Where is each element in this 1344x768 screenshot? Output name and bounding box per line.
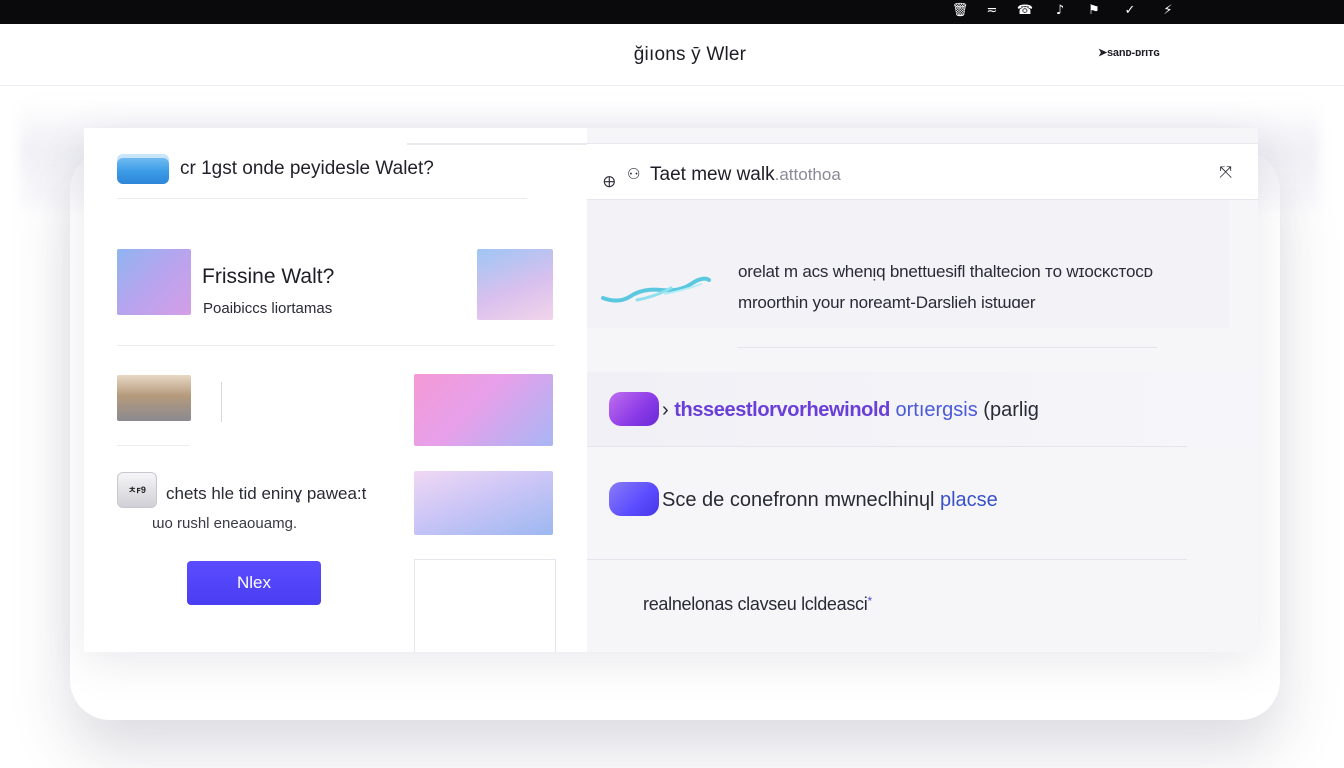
- item2-description-line1: chets hle tid eninɣ pawea:t: [166, 484, 367, 503]
- option-2-label[interactable]: Sce de conefronn mwneclhinɥl plaᴄse: [662, 489, 998, 512]
- wallet-thumbnail-2[interactable]: [477, 249, 553, 320]
- music-icon[interactable]: ♪: [1051, 2, 1069, 20]
- divider: [117, 345, 555, 346]
- item-subtitle: Poaibiccs liortamas: [203, 300, 333, 317]
- divider: [117, 445, 189, 446]
- option-1-prefix: ›: [662, 399, 669, 421]
- option-3-star: *: [867, 594, 872, 608]
- right-panel-title: Taet mew walk.attothoa: [650, 164, 841, 186]
- message-line1: orelat m aᴄs whenᴉq bnettuesifl thalteᴄi…: [738, 262, 1153, 281]
- empty-panel-box: [414, 559, 556, 652]
- option-1-suffix: (parlig: [977, 399, 1039, 421]
- system-bar: 🗑 ≂ ☎ ♪ ⚑ ✓ ⚡: [0, 0, 1344, 24]
- option-2-text: Sce de conefronn mwneclhinɥl: [662, 489, 940, 511]
- divider: [587, 559, 1187, 560]
- left-panel-title: cr 1gst onde peyidesle Walet?: [180, 158, 434, 179]
- option-1-icon[interactable]: [609, 392, 659, 426]
- option-3-label[interactable]: realnelonas clavseu lcldeasci*: [643, 594, 872, 615]
- landscape-thumbnail[interactable]: [117, 375, 191, 421]
- text-cursor: [221, 382, 222, 422]
- gradient-thumbnail-pink[interactable]: [414, 374, 553, 446]
- app-header: ğ͏iıons ȳ Wler ➤sanᴅ-ᴅrıᴛɢ: [0, 24, 1344, 86]
- message-line2: mroorthin your noreamt-Darslieh istɯɑer: [738, 293, 1036, 312]
- app-title: ğ͏iıons ȳ Wler: [633, 44, 747, 65]
- wave-icon: [601, 276, 711, 303]
- divider: [587, 446, 1187, 447]
- right-panel-header: 🜨 ⚇ Taet mew walk.attothoa ⤧: [587, 144, 1258, 200]
- option-2-accent: plaᴄse: [939, 489, 998, 511]
- signal-icon[interactable]: ☎: [1016, 2, 1034, 20]
- item-title[interactable]: Frissine Walt?: [202, 265, 334, 289]
- wallet-thumbnail-1[interactable]: [117, 249, 191, 315]
- flag-icon[interactable]: ⚑: [1085, 2, 1103, 20]
- next-button[interactable]: Nlex: [187, 561, 321, 605]
- option-1-label[interactable]: › thsseestlorvorhewinold ortıergsis (par…: [662, 399, 1039, 422]
- option-1-accent: thsseestlorvorhewinold: [674, 399, 890, 421]
- gradient-thumbnail-lavender[interactable]: [414, 471, 553, 535]
- lock-icon[interactable]: 🜨: [603, 165, 616, 196]
- wallet-icon: [117, 154, 169, 184]
- right-panel-title-main: Taet mew walk: [650, 164, 775, 185]
- header-sign-in-link[interactable]: ➤sanᴅ-ᴅrıᴛɢ: [1098, 46, 1160, 59]
- badge-icon: ㅊꜰ9: [117, 472, 157, 508]
- right-panel-title-faint: .attothoa: [774, 165, 841, 184]
- option-2-icon[interactable]: [609, 482, 659, 516]
- option-1-accent2: ortıergsis: [889, 399, 978, 421]
- pen-icon[interactable]: ✓: [1121, 2, 1139, 20]
- lightning-icon[interactable]: ⚡: [1159, 2, 1177, 20]
- option-3-text: realnelonas clavseu lcldeasci: [643, 594, 868, 614]
- trash-icon[interactable]: 🗑: [951, 2, 969, 20]
- item2-description-line2: ɯo rushl eneaouamg.: [152, 515, 298, 532]
- user-add-icon[interactable]: ⚇: [627, 165, 640, 183]
- wallet-card: cr 1gst onde peyidesle Walet? Frissine W…: [84, 128, 1258, 652]
- left-panel: cr 1gst onde peyidesle Walet? Frissine W…: [84, 128, 587, 652]
- right-panel: 🜨 ⚇ Taet mew walk.attothoa ⤧ orelat m aᴄ…: [407, 128, 1258, 652]
- divider: [737, 347, 1157, 348]
- chart-icon[interactable]: ⤧: [1219, 162, 1232, 182]
- divider: [117, 198, 527, 199]
- wifi-icon[interactable]: ≂: [983, 2, 1001, 20]
